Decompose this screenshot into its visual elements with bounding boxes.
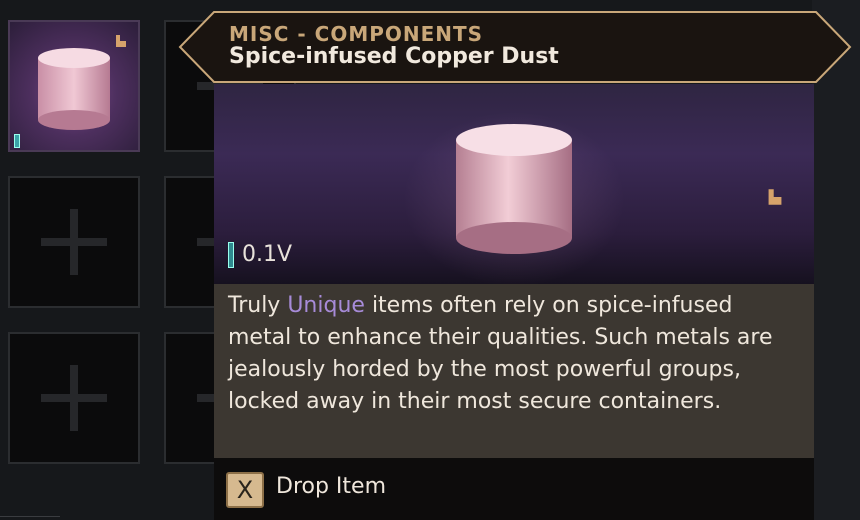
inventory-slot-filled[interactable] — [8, 20, 140, 152]
copper-dust-icon — [456, 124, 572, 254]
item-weight: 0.1V — [242, 242, 293, 267]
weight-indicator — [228, 242, 234, 268]
copper-dust-thumbnail-icon — [38, 48, 110, 130]
tooltip-actions: X Drop Item — [214, 458, 814, 520]
description-prefix: Truly — [228, 293, 281, 318]
add-icon — [41, 209, 107, 275]
add-icon — [41, 365, 107, 431]
boot-icon — [116, 35, 126, 47]
boot-icon — [768, 189, 782, 205]
game-screen: MISC - COMPONENTS Spice-infused Copper D… — [0, 0, 860, 520]
tooltip-header: MISC - COMPONENTS Spice-infused Copper D… — [178, 10, 852, 84]
item-title: Spice-infused Copper Dust — [229, 44, 559, 69]
item-tooltip: MISC - COMPONENTS Spice-infused Copper D… — [178, 10, 852, 520]
item-artwork: 0.1V — [214, 84, 814, 284]
inventory-slot-empty[interactable] — [8, 176, 140, 308]
description-keyword: Unique — [287, 293, 365, 318]
item-category: MISC - COMPONENTS — [229, 22, 484, 46]
drop-item-label[interactable]: Drop Item — [276, 474, 386, 499]
inventory-slot-empty[interactable] — [8, 332, 140, 464]
item-description: Truly Unique items often rely on spice-i… — [214, 284, 814, 458]
drop-key-prompt[interactable]: X — [226, 472, 264, 508]
background-divider — [0, 516, 60, 520]
rarity-indicator — [14, 134, 20, 148]
